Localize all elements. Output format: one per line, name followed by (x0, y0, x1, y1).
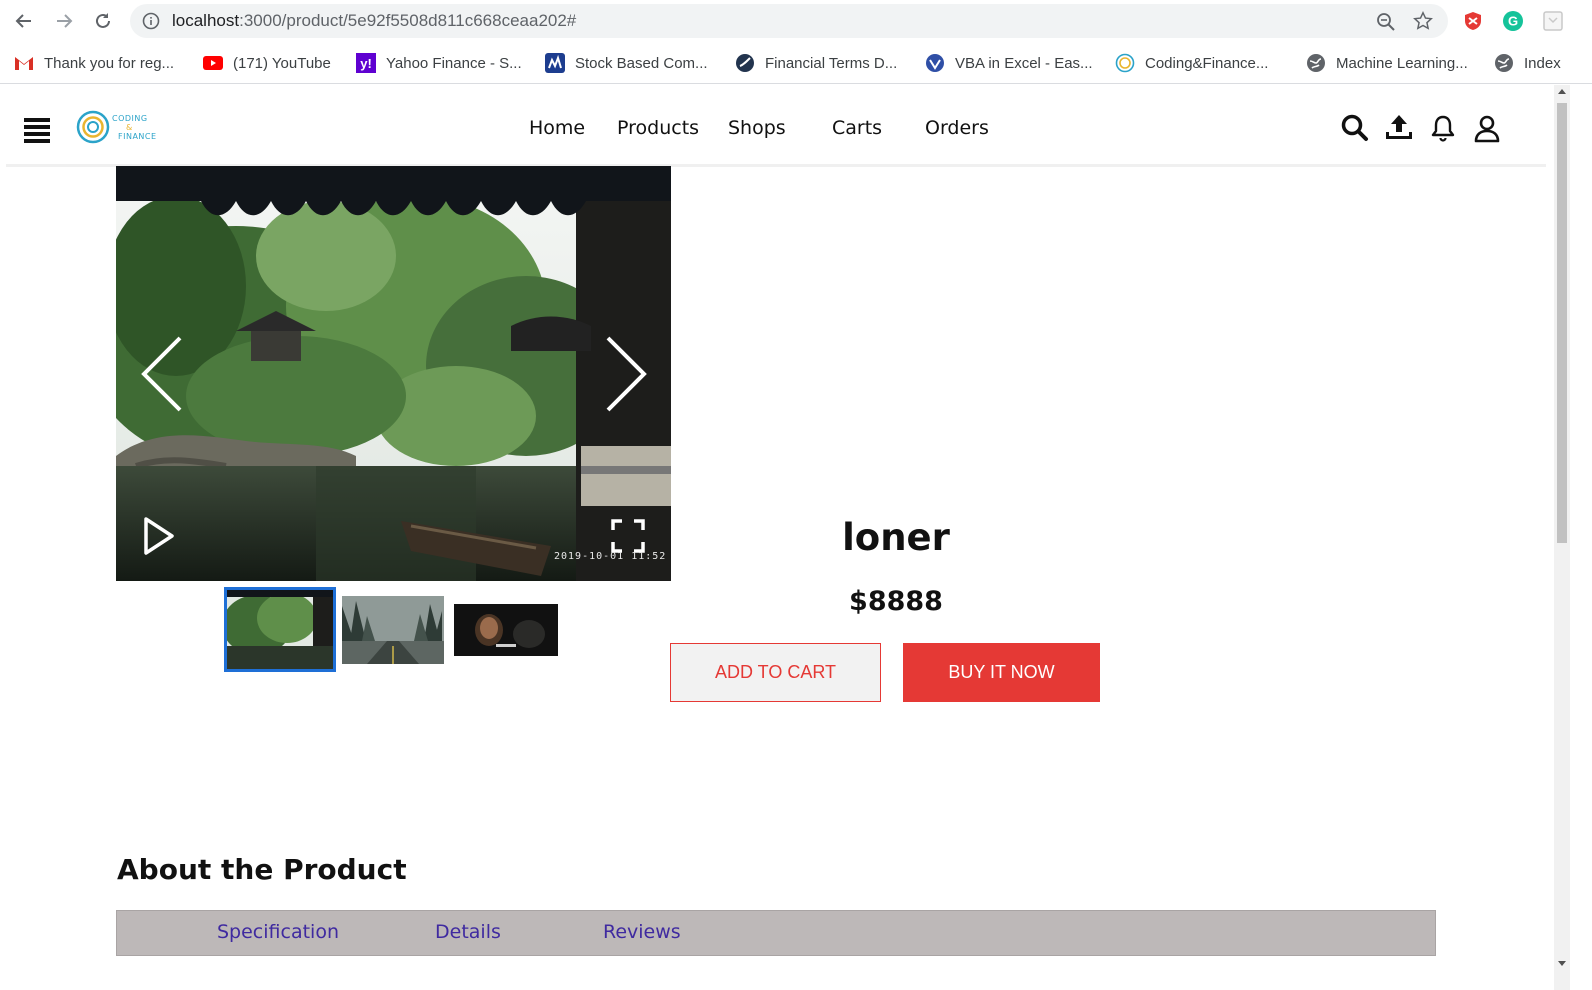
tab-specification[interactable]: Specification (217, 921, 339, 943)
bookmarks-bar: Thank you for reg... (171) YouTube y! Ya… (0, 42, 1592, 84)
bookmark-item[interactable]: VBA in Excel - Eas... (925, 51, 1093, 75)
bookmark-item[interactable]: Index (1494, 51, 1561, 75)
prev-image-icon[interactable] (136, 334, 186, 414)
globe-dark-icon (735, 53, 755, 73)
thumbnail-dark-scene[interactable] (454, 604, 558, 656)
add-to-cart-button[interactable]: ADD TO CART (670, 643, 881, 702)
user-icon[interactable] (1472, 113, 1502, 143)
bell-icon[interactable] (1428, 113, 1458, 143)
search-icon[interactable] (1340, 113, 1370, 143)
scroll-up-arrow-icon[interactable] (1558, 89, 1566, 94)
zoom-icon[interactable] (1376, 12, 1396, 32)
page-scrollbar[interactable] (1554, 85, 1570, 990)
scroll-thumb[interactable] (1557, 103, 1567, 543)
nav-home[interactable]: Home (529, 117, 585, 139)
bookmark-item[interactable]: y! Yahoo Finance - S... (356, 51, 522, 75)
logo-text: CODING & FINANCE (112, 113, 157, 141)
menu-icon[interactable] (24, 118, 50, 143)
photo-timestamp: 2019-10-01 11:52 (554, 551, 667, 562)
gmail-icon (14, 53, 34, 73)
tab-details[interactable]: Details (435, 921, 501, 943)
reload-icon[interactable] (89, 7, 117, 35)
nav-products[interactable]: Products (617, 117, 699, 139)
nav-orders[interactable]: Orders (925, 117, 989, 139)
bookmark-item[interactable]: Financial Terms D... (735, 51, 897, 75)
upload-icon[interactable] (1384, 113, 1414, 143)
nav-shops[interactable]: Shops (728, 117, 786, 139)
grammarly-icon[interactable]: G (1502, 10, 1524, 32)
forward-icon[interactable] (50, 7, 78, 35)
bookmark-item[interactable]: Stock Based Com... (545, 51, 708, 75)
shield-extension-icon[interactable] (1462, 10, 1484, 32)
about-title: About the Product (117, 853, 407, 886)
logo-rings-icon (76, 110, 110, 144)
youtube-icon (203, 53, 223, 73)
address-bar[interactable]: localhost:3000/product/5e92f5508d811c668… (130, 4, 1448, 38)
yahoo-icon: y! (356, 53, 376, 73)
svg-text:y!: y! (360, 56, 372, 71)
nav-carts[interactable]: Carts (832, 117, 882, 139)
browser-toolbar: localhost:3000/product/5e92f5508d811c668… (0, 0, 1592, 42)
bookmark-star-icon[interactable] (1412, 10, 1434, 32)
product-photo-garden (116, 166, 671, 581)
chart-icon (545, 53, 565, 73)
bookmark-item[interactable]: Coding&Finance... (1115, 51, 1268, 75)
fullscreen-icon[interactable] (610, 518, 646, 554)
globe-icon (1306, 53, 1326, 73)
coding-finance-icon (1115, 53, 1135, 73)
svg-text:G: G (1508, 14, 1518, 29)
vba-icon (925, 53, 945, 73)
bookmark-item[interactable]: Machine Learning... (1306, 51, 1468, 75)
thumbnail-forest-road[interactable] (342, 596, 444, 664)
bookmark-item[interactable]: (171) YouTube (203, 51, 331, 75)
product-tabs: Specification Details Reviews (116, 910, 1436, 956)
scroll-down-arrow-icon[interactable] (1558, 961, 1566, 966)
site-header: CODING & FINANCE Home Products Shops Car… (6, 85, 1546, 167)
next-image-icon[interactable] (602, 334, 652, 414)
extension-icon[interactable] (1542, 10, 1564, 32)
globe-icon (1494, 53, 1514, 73)
play-icon[interactable] (142, 516, 176, 556)
logo[interactable]: CODING & FINANCE (76, 109, 166, 145)
bookmark-item[interactable]: Thank you for reg... (14, 51, 174, 75)
thumbnail-garden[interactable] (224, 587, 336, 672)
buy-now-button[interactable]: BUY IT NOW (903, 643, 1100, 702)
url-text[interactable]: localhost:3000/product/5e92f5508d811c668… (172, 11, 576, 31)
info-icon[interactable] (142, 12, 160, 30)
product-name: loner (842, 516, 950, 559)
back-icon[interactable] (10, 7, 38, 35)
product-price: $8888 (849, 586, 943, 617)
tab-reviews[interactable]: Reviews (603, 921, 681, 943)
product-image-viewer[interactable]: 2019-10-01 11:52 (116, 166, 671, 581)
